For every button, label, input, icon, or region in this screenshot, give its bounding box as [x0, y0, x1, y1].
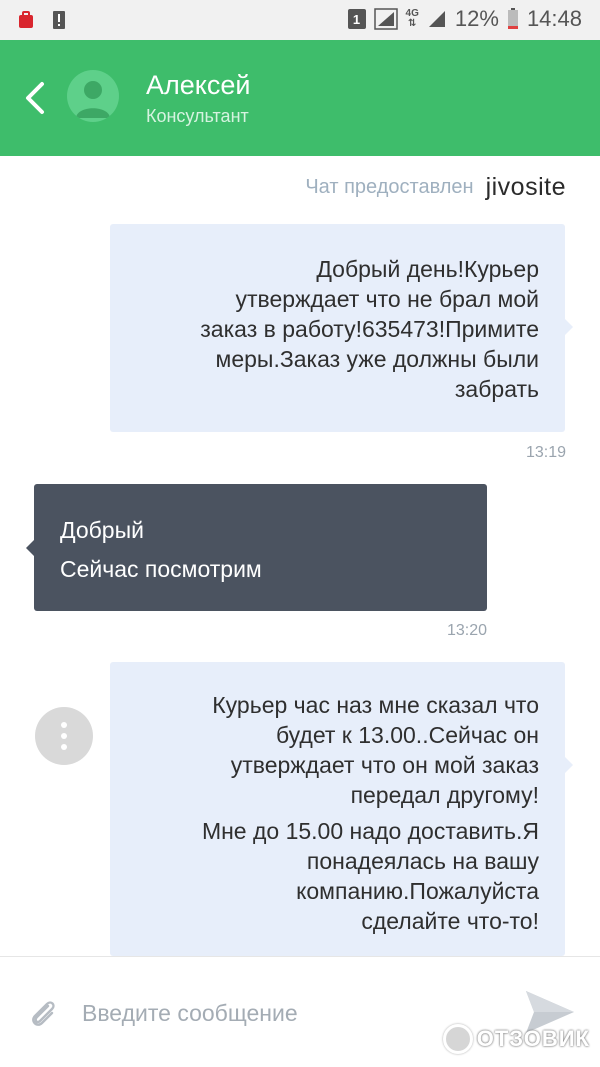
- provider-label: Чат предоставлен: [305, 176, 474, 198]
- message-line: забрать: [454, 376, 539, 402]
- message-time: 13:19: [525, 444, 566, 461]
- battery-icon: [507, 8, 518, 29]
- signal-bars-icon: [428, 11, 445, 27]
- paperclip-icon: [32, 1001, 55, 1026]
- message-time: 13:20: [446, 622, 487, 639]
- battery-percent: 12%: [454, 6, 499, 31]
- person-icon: [76, 81, 110, 118]
- message-line: понадеялась на вашу: [306, 848, 539, 874]
- message-line: меры.Заказ уже должны были: [215, 346, 539, 372]
- chat-header: Алексей Консультант: [0, 40, 600, 156]
- message-line: Мне до 15.00 надо доставить.Я: [201, 818, 539, 844]
- message-menu-button[interactable]: [35, 707, 93, 765]
- message-input[interactable]: [82, 993, 502, 1033]
- message-outgoing: Курьер час наз мне сказал что будет к 13…: [110, 662, 573, 956]
- sim-badge: 1: [347, 9, 366, 29]
- network-type: 4G ⇅: [405, 8, 419, 29]
- jivosite-logo[interactable]: jivosite: [486, 173, 566, 202]
- message-line: заказ в работу!635473!Примите: [200, 316, 539, 342]
- message-line: Добрый день!Курьер: [316, 256, 539, 282]
- status-bar: 1 4G ⇅ 12% 14:48: [0, 0, 600, 40]
- message-line: Сейчас посмотрим: [60, 556, 262, 582]
- message-paragraph: Курьер час наз мне сказал что будет к 13…: [130, 690, 539, 810]
- alert-icon: [53, 11, 65, 29]
- message-line: Курьер час наз мне сказал что: [212, 692, 539, 718]
- agent-name: Алексей: [146, 70, 251, 100]
- more-vertical-icon: [61, 722, 67, 728]
- watermark-text: ОТЗОВИК: [476, 1026, 590, 1051]
- signal-icon: [373, 8, 398, 30]
- status-right: 1 4G ⇅ 12% 14:48: [347, 6, 582, 32]
- agent-role: Консультант: [146, 106, 249, 126]
- message-line: передал другому!: [350, 782, 539, 808]
- status-left: [18, 10, 66, 30]
- message-line: утверждает что он мой заказ: [230, 752, 539, 778]
- message-line: утверждает что не брал мой: [235, 286, 539, 312]
- message-incoming: Добрый Сейчас посмотрим: [26, 484, 487, 611]
- message-line: будет к 13.00..Сейчас он: [276, 722, 539, 748]
- otzovik-logo-icon: [442, 1024, 473, 1054]
- message-line: сделайте что-то!: [361, 908, 539, 934]
- suitcase-icon: [19, 11, 33, 28]
- attach-button[interactable]: [26, 997, 60, 1031]
- provider-note: Чат предоставлен jivosite: [305, 173, 566, 202]
- message-line: компанию.Пожалуйста: [296, 878, 539, 904]
- message-paragraph: Мне до 15.00 надо доставить.Я понадеялас…: [130, 816, 539, 936]
- otzovik-watermark: ОТЗОВИК: [442, 1024, 590, 1054]
- message-line: Добрый: [60, 517, 144, 543]
- clock: 14:48: [526, 6, 582, 31]
- back-button[interactable]: [18, 76, 54, 120]
- message-outgoing: Добрый день!Курьер утверждает что не бра…: [110, 224, 573, 432]
- avatar[interactable]: [67, 70, 119, 122]
- chevron-left-icon: [26, 82, 44, 114]
